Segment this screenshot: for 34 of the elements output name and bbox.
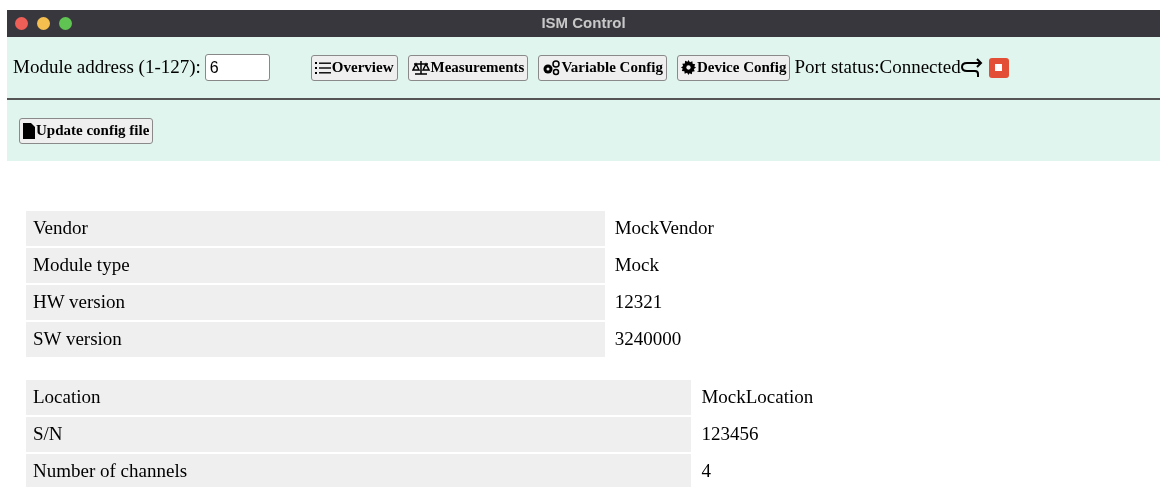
label-cell: SW version xyxy=(26,322,605,357)
address-label: Module address (1-127): xyxy=(13,55,201,80)
toolbar-button[interactable]: Update config file xyxy=(19,117,154,144)
value-cell-text: 4 xyxy=(700,459,712,484)
stop-icon xyxy=(995,64,1003,71)
disconnect-icon[interactable] xyxy=(960,57,983,78)
port-status: Port status:Connected xyxy=(794,55,961,80)
label-cell: S/N xyxy=(26,417,692,452)
label-cell: Module type xyxy=(26,248,605,283)
gear-icon xyxy=(680,60,696,75)
address-field[interactable]: 6 xyxy=(204,54,270,81)
label-cell: Number of channels xyxy=(26,454,692,487)
value-cell-text: MockVendor xyxy=(613,216,715,241)
label-cell: Vendor xyxy=(26,211,605,246)
list-icon xyxy=(314,60,331,75)
file-icon xyxy=(23,122,35,139)
value-cell-text: 12321 xyxy=(613,290,664,315)
value-cell-text: MockLocation xyxy=(700,385,815,410)
toolbar-button[interactable]: Variable Config xyxy=(538,54,667,81)
toolbar-button[interactable]: Device Config xyxy=(676,54,791,81)
window-title: ISM Control xyxy=(541,13,626,34)
close-icon[interactable] xyxy=(15,17,28,30)
scale-icon xyxy=(411,59,430,76)
toolbar-button[interactable]: Measurements xyxy=(407,54,529,81)
minimize-icon[interactable] xyxy=(37,17,50,30)
value-cell-text: 3240000 xyxy=(613,327,683,352)
maximize-icon[interactable] xyxy=(59,17,72,30)
value-cell-text: 123456 xyxy=(700,422,760,447)
gears-icon xyxy=(542,59,561,76)
toolbar-button[interactable]: Overview xyxy=(310,54,398,81)
label-cell: HW version xyxy=(26,285,605,320)
value-cell-text: Mock xyxy=(613,253,660,278)
stop-button[interactable] xyxy=(988,57,1009,78)
label-cell: Location xyxy=(26,380,692,415)
